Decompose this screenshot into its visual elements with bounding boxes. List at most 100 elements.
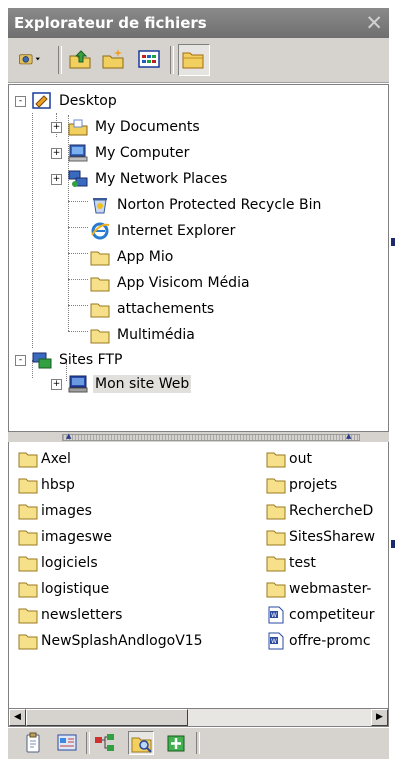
list-item[interactable]: W competiteur [266,604,388,626]
new-folder-icon [102,49,124,69]
tree-node-label: attachements [117,301,215,317]
list-item[interactable]: imageswe [18,526,258,548]
tree-node-norton-recycle-bin[interactable]: Norton Protected Recycle Bin [89,193,323,217]
tree-node-desktop[interactable]: Desktop [31,89,119,113]
tab-site-map[interactable] [92,731,118,755]
tree-node-my-documents[interactable]: My Documents [67,115,202,139]
list-item[interactable]: logiciels [18,552,258,574]
list-item[interactable]: SitesSharew [266,526,388,548]
title-bar: Explorateur de fichiers ✕ [8,8,389,38]
tree-node-label: Multimédia [117,327,195,343]
list-item-label: out [289,451,312,467]
folder-icon [18,580,38,598]
tab-snippets[interactable] [54,731,80,755]
tree-node-label: My Computer [95,145,190,161]
list-item-label: webmaster- [289,581,372,597]
list-item[interactable]: Axel [18,448,258,470]
tree-connector [68,201,88,202]
folder-icon [89,325,111,345]
internet-explorer-icon [89,221,111,241]
expand-expander[interactable]: + [51,148,62,159]
splitter-grip[interactable] [62,434,360,441]
panel-edge-marker [391,540,395,548]
tree-connector [68,305,88,306]
scroll-left-arrow-icon[interactable]: ◀ [9,709,26,726]
network-icon [67,169,89,189]
list-item[interactable]: test [266,552,388,574]
svg-text:W: W [271,638,277,645]
site-map-icon [95,734,114,751]
list-item-label: imageswe [41,529,112,545]
tab-add-ons[interactable] [163,731,189,755]
tab-separator [86,732,90,754]
scrollbar-thumb[interactable] [26,709,188,726]
folder-icon [182,52,204,69]
tree-connector [68,279,88,280]
tree-node-app-mio[interactable]: App Mio [89,245,175,269]
up-folder-button[interactable] [68,47,92,71]
expand-expander[interactable]: + [51,174,62,185]
folder-icon [18,632,38,650]
file-list[interactable]: Axel hbsp images imageswe logiciels logi… [8,442,389,708]
collapse-expander[interactable]: - [15,355,26,366]
tree-node-mon-site-web[interactable]: Mon site Web [67,372,192,396]
folder-icon [266,450,286,468]
file-explorer-panel: Explorateur de fichiers ✕ - Desktop + My… [0,0,397,759]
list-item[interactable]: NewSplashAndlogoV15 [18,630,258,652]
list-item[interactable]: images [18,500,258,522]
tab-file-explorer[interactable] [128,731,154,755]
tree-node-label: My Network Places [95,171,228,187]
close-icon[interactable]: ✕ [365,10,383,36]
list-item[interactable]: projets [266,474,388,496]
list-item-label: RechercheD [289,503,374,519]
expand-expander[interactable]: + [51,379,62,390]
tree-node-my-computer[interactable]: My Computer [67,141,191,165]
word-document-icon: W [266,632,286,650]
view-mode-button[interactable] [137,47,161,71]
plugin-icon [167,735,185,752]
tab-clipboard[interactable] [20,731,46,755]
list-item[interactable]: out [266,448,388,470]
new-folder-button[interactable] [101,47,125,71]
desktop-icon [31,91,53,111]
views-dropdown-button[interactable] [18,47,52,71]
folder-icon [18,606,38,624]
folders-toggle-button[interactable] [178,44,210,76]
tree-node-multimedia[interactable]: Multimédia [89,323,197,347]
grid-view-icon [138,50,160,68]
clipboard-icon [26,732,40,753]
tree-node-sites-ftp[interactable]: Sites FTP [31,348,124,372]
tree-connector [32,113,33,348]
tree-node-my-network-places[interactable]: My Network Places [67,167,229,191]
list-item[interactable]: webmaster- [266,578,388,600]
folder-icon [89,299,111,319]
folder-icon [89,273,111,293]
camera-icon [19,54,40,65]
pane-splitter[interactable]: ▲ ▲ [8,432,389,442]
toolbar-separator [170,46,174,74]
splitter-up-arrow-icon[interactable]: ▲ [346,432,351,440]
list-item[interactable]: W offre-promc [266,630,388,652]
tree-node-label: Mon site Web [93,375,192,393]
tree-node-attachements[interactable]: attachements [89,297,216,321]
my-documents-icon [67,117,89,137]
list-item[interactable]: newsletters [18,604,258,626]
folder-icon [266,528,286,546]
list-item-label: hbsp [41,477,75,493]
list-item[interactable]: RechercheD [266,500,388,522]
list-item[interactable]: hbsp [18,474,258,496]
tree-node-app-visicom-media[interactable]: App Visicom Média [89,271,252,295]
list-item[interactable]: logistique [18,578,258,600]
recycle-bin-icon [89,195,111,215]
horizontal-scrollbar[interactable]: ◀ ▶ [8,708,389,727]
scroll-right-arrow-icon[interactable]: ▶ [371,709,388,726]
tree-node-label: App Mio [117,249,174,265]
expand-expander[interactable]: + [51,122,62,133]
folder-tree[interactable]: - Desktop + My Documents + My Computer + [8,84,389,432]
folder-icon [266,554,286,572]
tree-node-internet-explorer[interactable]: Internet Explorer [89,219,237,243]
splitter-up-arrow-icon[interactable]: ▲ [66,432,71,440]
folder-icon [266,580,286,598]
folder-icon [18,476,38,494]
collapse-expander[interactable]: - [15,96,26,107]
